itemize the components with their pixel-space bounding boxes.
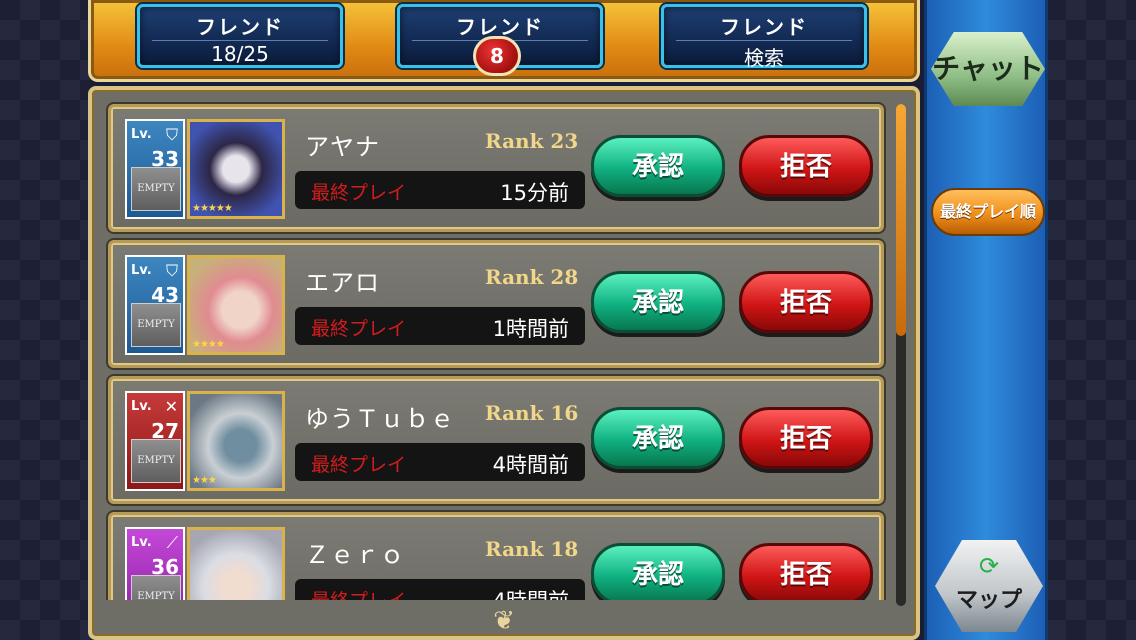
friend-request-list[interactable]: Lv. ⛉ 33 EMPTY ★★★★★ アヤナ Rank 23 最終プレイ 1… xyxy=(88,86,920,640)
refresh-arrow-icon: ⟳ xyxy=(978,552,1000,580)
shield-icon: ⛉ xyxy=(165,261,178,280)
empty-slot: EMPTY xyxy=(131,303,181,347)
avatar[interactable]: ★★★★★ xyxy=(187,119,285,219)
reject-button[interactable]: 拒否 xyxy=(739,543,873,600)
lv-label: Lv. xyxy=(131,399,152,414)
empty-slot: EMPTY xyxy=(131,439,181,483)
notification-badge: 8 xyxy=(473,36,521,76)
last-play-bar: 最終プレイ 15分前 xyxy=(295,171,585,209)
friend-header: フレンド 18/25 フレンド 通知 8 フレンド 検索 xyxy=(88,0,920,82)
level-box: Lv. ⟋ 36 EMPTY xyxy=(125,527,185,600)
avatar[interactable]: ★★★★ xyxy=(187,255,285,355)
last-play-label: 最終プレイ xyxy=(311,454,407,476)
last-play-value: 15分前 xyxy=(500,181,569,205)
right-sidebar: チャット 最終プレイ順 ⟳ マップ xyxy=(924,0,1048,640)
map-label: マップ xyxy=(955,588,1022,613)
tab-title: フレンド xyxy=(196,15,284,39)
tab-title: フレンド xyxy=(720,15,808,39)
crossed-swords-icon: ✕ xyxy=(164,397,178,416)
accept-button[interactable]: 承認 xyxy=(591,407,725,469)
level-box: Lv. ✕ 27 EMPTY xyxy=(125,391,185,491)
shield-icon: ⛉ xyxy=(165,125,178,144)
sort-last-play-button[interactable]: 最終プレイ順 xyxy=(931,188,1045,236)
list-item: Lv. ⟋ 36 EMPTY Ｚｅｒｏ Rank 18 最終プレイ 4時間前 承… xyxy=(108,512,884,600)
player-name: Ｚｅｒｏ xyxy=(305,541,405,569)
left-background xyxy=(0,0,90,640)
reject-button[interactable]: 拒否 xyxy=(739,135,873,197)
last-play-value: 4時間前 xyxy=(493,585,569,600)
tab-friend-search[interactable]: フレンド 検索 xyxy=(661,4,867,70)
last-play-label: 最終プレイ xyxy=(311,182,407,204)
list-item: Lv. ✕ 27 EMPTY ★★★ ゆうＴｕｂｅ Rank 16 最終プレイ … xyxy=(108,376,884,504)
player-name: アヤナ xyxy=(305,133,380,161)
reject-button[interactable]: 拒否 xyxy=(739,407,873,469)
right-background xyxy=(1046,0,1136,640)
lv-label: Lv. xyxy=(131,535,152,550)
chat-button[interactable]: チャット xyxy=(931,32,1045,106)
player-rank: Rank 16 xyxy=(485,401,579,425)
player-rank: Rank 23 xyxy=(485,129,579,153)
accept-button[interactable]: 承認 xyxy=(591,271,725,333)
list-item: Lv. ⛉ 33 EMPTY ★★★★★ アヤナ Rank 23 最終プレイ 1… xyxy=(108,104,884,232)
last-play-bar: 最終プレイ 1時間前 xyxy=(295,307,585,345)
player-name: エアロ xyxy=(305,269,380,297)
level-box: Lv. ⛉ 33 EMPTY xyxy=(125,119,185,219)
accept-button[interactable]: 承認 xyxy=(591,135,725,197)
lv-label: Lv. xyxy=(131,127,152,142)
staff-icon: ⟋ xyxy=(166,533,178,552)
last-play-value: 4時間前 xyxy=(492,453,569,477)
ornament-icon: ❦ xyxy=(493,606,515,636)
list-item: Lv. ⛉ 43 EMPTY ★★★★ エアロ Rank 28 最終プレイ 1時… xyxy=(108,240,884,368)
level-box: Lv. ⛉ 43 EMPTY xyxy=(125,255,185,355)
player-rank: Rank 28 xyxy=(485,265,579,289)
last-play-value: 1時間前 xyxy=(492,317,569,341)
lv-label: Lv. xyxy=(131,263,152,278)
last-play-label: 最終プレイ xyxy=(311,318,407,340)
player-rank: Rank 18 xyxy=(485,537,579,561)
scrollbar[interactable] xyxy=(896,104,906,606)
rarity-stars: ★★★★★ xyxy=(192,203,233,214)
map-button[interactable]: ⟳ マップ xyxy=(935,540,1043,632)
avatar[interactable] xyxy=(187,527,285,600)
rarity-stars: ★★★ xyxy=(192,475,217,486)
rarity-stars: ★★★★ xyxy=(192,339,225,350)
avatar[interactable]: ★★★ xyxy=(187,391,285,491)
last-play-bar: 最終プレイ 4時間前 xyxy=(295,443,585,481)
tab-friend-list[interactable]: フレンド 18/25 xyxy=(137,4,343,68)
scrollbar-thumb[interactable] xyxy=(896,104,906,336)
last-play-label: 最終プレイ xyxy=(311,586,406,600)
reject-button[interactable]: 拒否 xyxy=(739,271,873,333)
empty-slot: EMPTY xyxy=(131,575,181,600)
tab-subtitle: 検索 xyxy=(744,46,784,70)
accept-button[interactable]: 承認 xyxy=(591,543,725,600)
last-play-bar: 最終プレイ 4時間前 xyxy=(295,579,585,600)
friend-count: 18/25 xyxy=(211,42,269,66)
player-name: ゆうＴｕｂｅ xyxy=(305,405,455,433)
empty-slot: EMPTY xyxy=(131,167,181,211)
